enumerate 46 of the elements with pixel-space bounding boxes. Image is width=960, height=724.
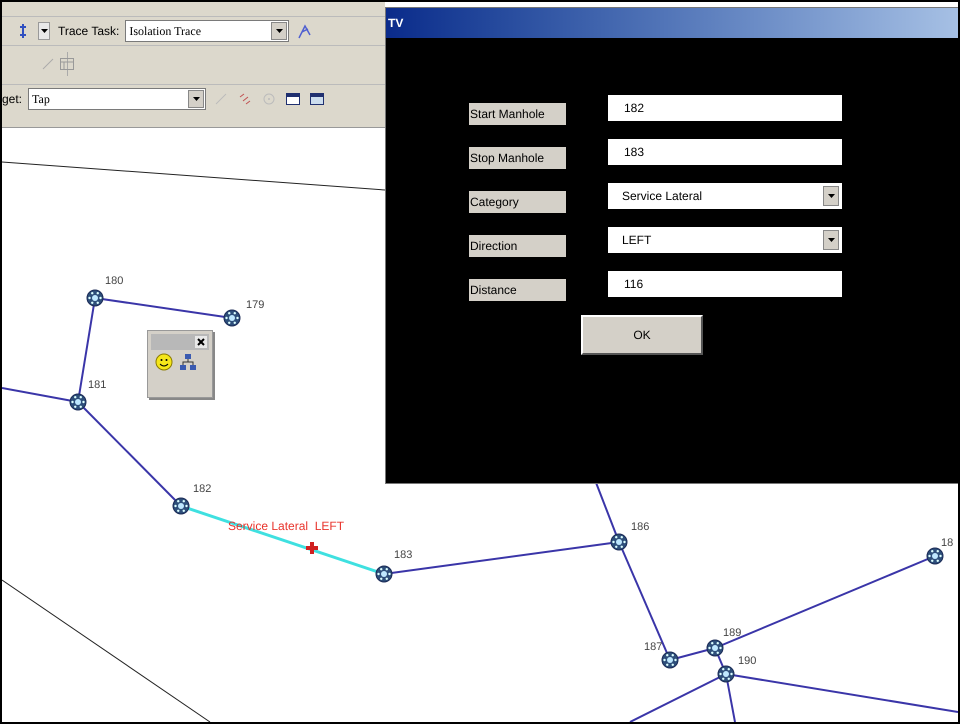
manhole-icon	[718, 666, 734, 682]
node-label: 180	[105, 275, 124, 287]
caret-icon	[828, 238, 834, 242]
node-label: 190	[738, 655, 756, 667]
manhole-icon	[70, 394, 86, 410]
node-label: 187	[644, 641, 662, 653]
caret-icon	[828, 194, 834, 198]
manhole-icon	[86, 290, 104, 306]
node-label: 179	[246, 299, 264, 311]
field-label: Direction	[469, 235, 566, 257]
trace-task-label: Trace Task:	[58, 23, 120, 40]
node-label: 18	[941, 537, 954, 549]
node-label: 183	[394, 549, 412, 561]
input-field[interactable]: 183	[608, 139, 842, 165]
input-field[interactable]: 116	[608, 271, 842, 297]
network-icon[interactable]	[179, 353, 197, 371]
caret-icon	[40, 29, 48, 33]
field-label: Distance	[469, 279, 566, 301]
smiley-icon[interactable]	[155, 353, 173, 371]
manhole-icon	[172, 498, 190, 514]
target-label: get:	[2, 90, 22, 108]
input-field[interactable]: 182	[608, 95, 842, 121]
dropdown-field[interactable]: Service Lateral	[608, 183, 842, 209]
combo-box[interactable]: Isolation Trace	[125, 20, 290, 42]
ok-button[interactable]: OK	[581, 315, 703, 355]
manhole-icon	[662, 652, 678, 668]
field-label: Category	[469, 191, 566, 213]
close-icon[interactable]	[195, 336, 207, 348]
field-label: Start Manhole	[469, 103, 566, 125]
manhole-icon	[610, 534, 628, 550]
node-label: 189	[723, 627, 742, 639]
node-label: 182	[193, 483, 212, 495]
window-title: TV	[388, 15, 404, 32]
manhole-icon	[706, 640, 724, 656]
cross-marker-icon	[306, 542, 318, 554]
manhole-icon	[376, 566, 392, 582]
field-label: Stop Manhole	[469, 147, 566, 169]
dropdown-button[interactable]	[38, 22, 50, 40]
node-label: 186	[631, 521, 650, 533]
node-label: 181	[88, 379, 106, 391]
dropdown-field[interactable]: LEFT	[608, 227, 842, 253]
manhole-icon	[926, 548, 944, 564]
manhole-icon	[224, 310, 240, 326]
combo-box[interactable]: Tap	[28, 88, 206, 110]
caret-icon	[276, 29, 283, 33]
caret-icon	[192, 96, 200, 100]
